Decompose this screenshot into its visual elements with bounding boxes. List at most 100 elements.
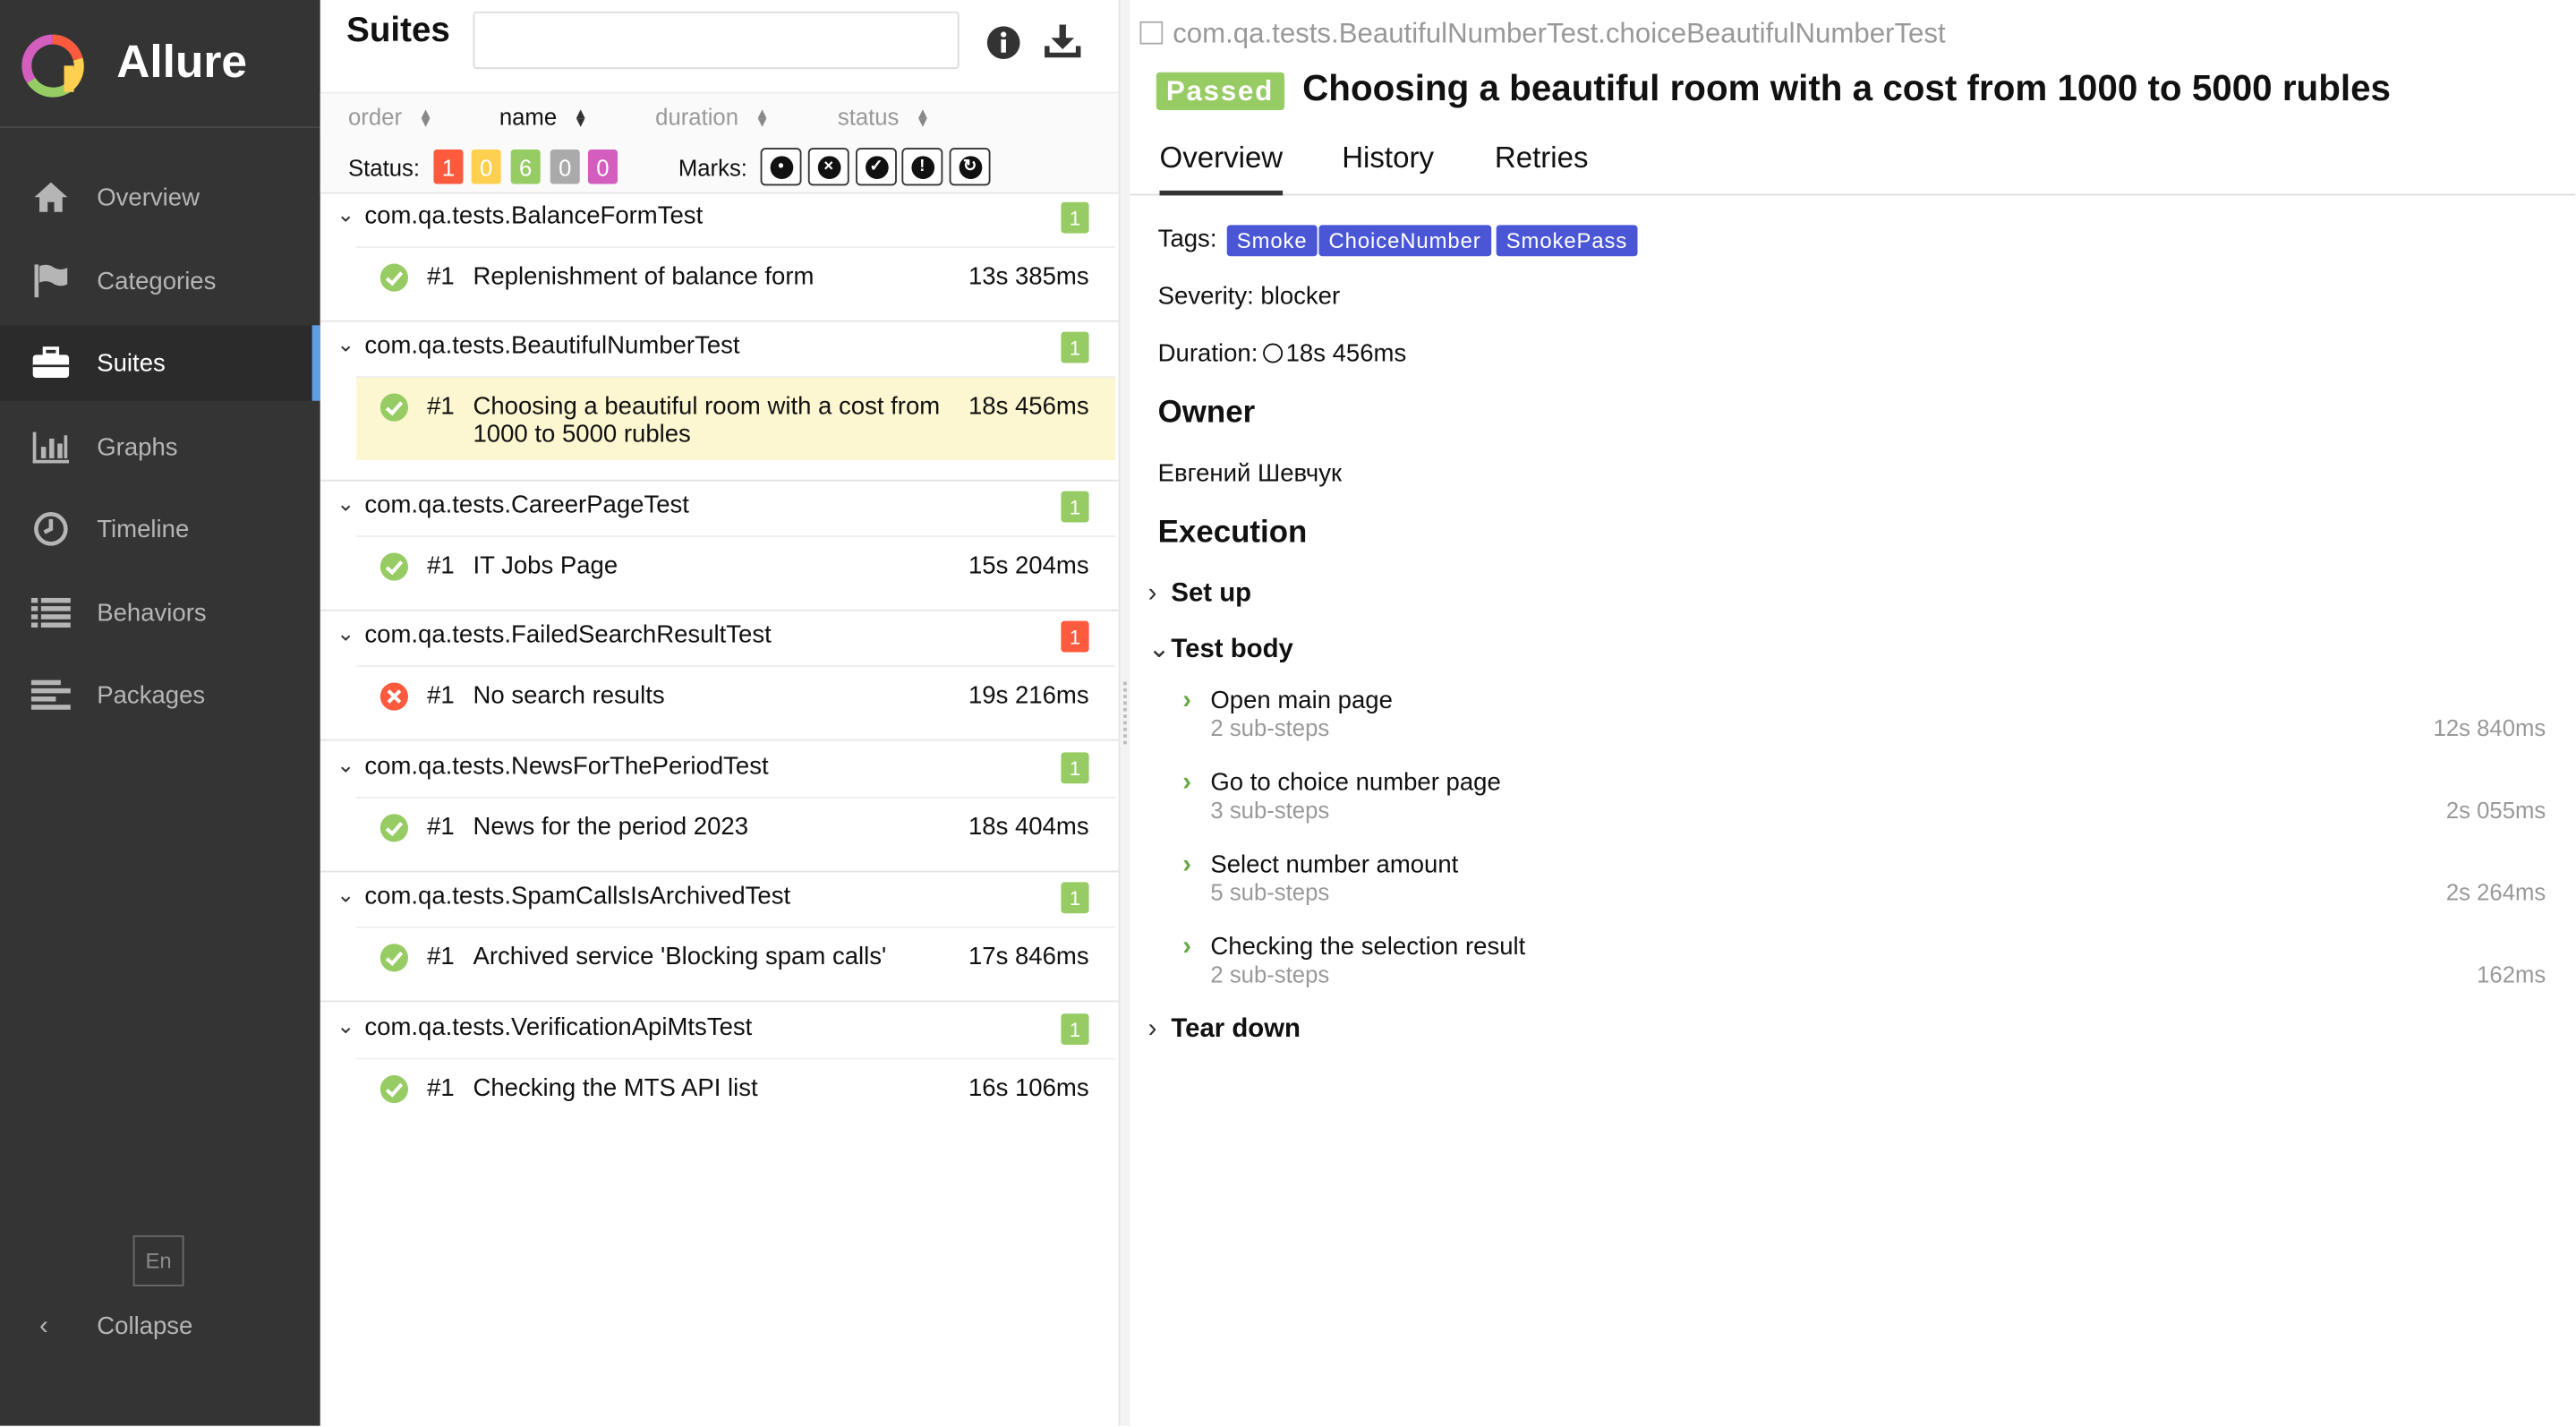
nav-suites[interactable]: Suites <box>0 325 320 401</box>
step-duration: 162ms <box>2477 961 2546 987</box>
allure-logo-icon <box>21 34 84 98</box>
suite-group: ⌄ com.qa.tests.FailedSearchResultTest 1 … <box>320 612 1119 741</box>
duration: Duration: 18s 456ms <box>1158 340 1407 368</box>
passed-check-icon <box>380 393 408 422</box>
nav-overview[interactable]: Overview <box>0 159 320 235</box>
bar-chart-icon <box>32 432 70 464</box>
mark-new-passed-toggle[interactable]: ✓ <box>856 148 897 186</box>
test-row[interactable]: #1 Archived service 'Blocking spam calls… <box>356 926 1115 984</box>
nav-suites-label: Suites <box>97 348 166 378</box>
mark-retries-toggle[interactable]: ↻ <box>949 148 991 186</box>
nav-categories-label: Categories <box>97 267 217 295</box>
nav-packages[interactable]: Packages <box>0 657 320 732</box>
chevron-right-icon: › <box>1182 850 1191 879</box>
chevron-right-icon: › <box>1147 579 1157 608</box>
sort-status[interactable]: status ▲ ▼ <box>838 104 930 130</box>
pane-splitter[interactable] <box>1118 0 1130 1426</box>
tab-retries[interactable]: Retries <box>1495 141 1589 176</box>
test-row[interactable]: #1 News for the period 2023 18s 404ms <box>356 796 1115 854</box>
chevron-left-icon: ‹ <box>39 1312 48 1341</box>
test-duration: 16s 106ms <box>968 1074 1089 1103</box>
sort-duration[interactable]: duration ▲ ▼ <box>655 104 770 130</box>
suite-group-header[interactable]: ⌄ com.qa.tests.SpamCallsIsArchivedTest 1 <box>320 874 1119 927</box>
status-broken-toggle[interactable]: 0 <box>471 149 501 184</box>
bomb-icon: • <box>769 155 793 179</box>
test-number: #1 <box>427 551 455 580</box>
copy-icon[interactable] <box>1139 21 1164 45</box>
suite-name: com.qa.tests.FailedSearchResultTest <box>364 620 772 649</box>
nav-behaviors[interactable]: Behaviors <box>0 575 320 650</box>
step-row[interactable]: › Select number amount 5 sub-steps 2s 26… <box>1182 851 2546 926</box>
sort-arrows-icon: ▲ ▼ <box>418 105 433 131</box>
failed-x-icon <box>380 682 408 711</box>
test-row[interactable]: #1 No search results 19s 216ms <box>356 665 1115 722</box>
suite-group-header[interactable]: ⌄ com.qa.tests.FailedSearchResultTest 1 <box>320 612 1119 665</box>
flag-icon <box>34 264 68 298</box>
nav-categories[interactable]: Categories <box>0 244 320 319</box>
list-icon <box>30 597 71 628</box>
status-failed-toggle[interactable]: 1 <box>433 149 464 184</box>
chevron-down-icon: ⌄ <box>337 752 355 777</box>
home-icon <box>34 182 68 212</box>
suite-group-header[interactable]: ⌄ com.qa.tests.VerificationApiMtsTest 1 <box>320 1005 1119 1058</box>
tab-history[interactable]: History <box>1342 141 1434 176</box>
tag-badge: SmokePass <box>1496 225 1638 257</box>
nav-graphs[interactable]: Graphs <box>0 409 320 484</box>
test-number: #1 <box>427 392 455 421</box>
sort-status-label: status <box>837 103 900 130</box>
sort-order[interactable]: order ▲ ▼ <box>348 104 433 130</box>
nav-timeline[interactable]: Timeline <box>0 491 320 567</box>
search-input[interactable] <box>473 11 960 70</box>
suite-group-header[interactable]: ⌄ com.qa.tests.CareerPageTest 1 <box>320 483 1119 535</box>
mark-flaky-toggle[interactable]: • <box>760 148 802 186</box>
chevron-down-icon: ⌄ <box>337 620 355 646</box>
suite-group-header[interactable]: ⌄ com.qa.tests.NewsForThePeriodTest 1 <box>320 744 1119 797</box>
clock-icon <box>34 512 68 546</box>
status-unknown-toggle[interactable]: 0 <box>587 149 618 184</box>
step-row[interactable]: › Checking the selection result 2 sub-st… <box>1182 933 2546 1007</box>
suite-group-header[interactable]: ⌄ com.qa.tests.BalanceFormTest 1 <box>320 194 1119 247</box>
refresh-icon: ↻ <box>958 155 982 179</box>
test-number: #1 <box>427 1074 455 1103</box>
nav-packages-label: Packages <box>97 680 206 709</box>
collapse-button[interactable]: ‹ Collapse <box>0 1298 320 1357</box>
tab-overview[interactable]: Overview <box>1159 141 1284 196</box>
download-icon[interactable] <box>1043 23 1082 59</box>
align-left-icon <box>30 679 71 710</box>
execution-heading: Execution <box>1157 516 1308 551</box>
step-duration: 2s 264ms <box>2445 878 2546 906</box>
mark-new-broken-toggle[interactable]: ! <box>901 148 943 186</box>
test-row[interactable]: #1 IT Jobs Page 15s 204ms <box>356 535 1115 593</box>
status-passed-toggle[interactable]: 6 <box>510 149 541 184</box>
sort-bar: order ▲ ▼ name ▲ ▼ duration ▲ ▼ status ▲ ▼ <box>320 91 1119 141</box>
test-row-selected[interactable]: #1 Choosing a beautiful room with a cost… <box>356 376 1115 460</box>
info-icon[interactable] <box>985 25 1021 61</box>
suite-name: com.qa.tests.VerificationApiMtsTest <box>364 1013 753 1042</box>
teardown-section[interactable]: › Tear down <box>1148 1015 1301 1045</box>
test-row[interactable]: #1 Replenishment of balance form 13s 385… <box>356 246 1115 303</box>
step-name: Open main page <box>1210 687 1393 715</box>
test-row[interactable]: #1 Checking the MTS API list 16s 106ms <box>356 1057 1115 1115</box>
suite-group: ⌄ com.qa.tests.VerificationApiMtsTest 1 … <box>320 1005 1119 1133</box>
test-number: #1 <box>427 813 455 842</box>
suite-count-badge: 1 <box>1061 1013 1089 1046</box>
exclamation-circle-icon: ! <box>910 155 934 179</box>
test-title: Choosing a beautiful room with a cost fr… <box>1302 67 2391 109</box>
suite-name: com.qa.tests.NewsForThePeriodTest <box>364 752 769 781</box>
suites-title: Suites <box>346 11 450 50</box>
test-name: IT Jobs Page <box>473 551 618 580</box>
logo[interactable]: Allure <box>0 0 320 129</box>
suite-group: ⌄ com.qa.tests.BeautifulNumberTest 1 #1 … <box>320 323 1119 482</box>
test-body-section[interactable]: ⌄Test body <box>1148 632 1293 665</box>
step-row[interactable]: › Open main page 2 sub-steps 12s 840ms <box>1182 687 2546 761</box>
sort-name[interactable]: name ▲ ▼ <box>499 104 588 130</box>
test-fullname[interactable]: com.qa.tests.BeautifulNumberTest.choiceB… <box>1139 18 1946 51</box>
language-switch[interactable]: En <box>132 1235 184 1286</box>
suite-group-header[interactable]: ⌄ com.qa.tests.BeautifulNumberTest 1 <box>320 323 1119 376</box>
suite-group: ⌄ com.qa.tests.NewsForThePeriodTest 1 #1… <box>320 744 1119 873</box>
marks-filter-label: Marks: <box>678 154 747 181</box>
setup-section[interactable]: › Set up <box>1148 580 1251 610</box>
step-row[interactable]: › Go to choice number page 3 sub-steps 2… <box>1182 769 2546 843</box>
status-skipped-toggle[interactable]: 0 <box>550 149 580 184</box>
mark-new-failed-toggle[interactable]: × <box>807 148 849 186</box>
